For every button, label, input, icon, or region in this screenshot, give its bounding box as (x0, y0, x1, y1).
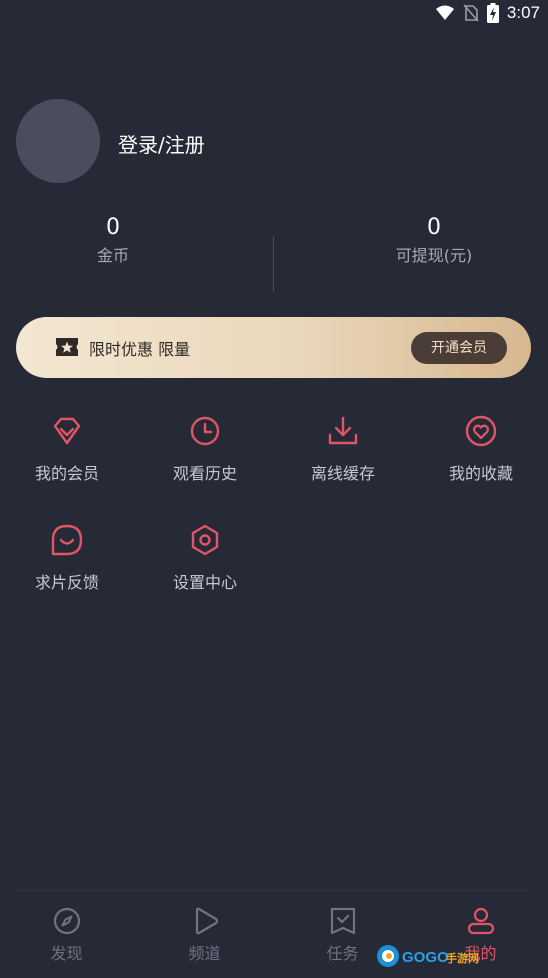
withdrawable-value: 0 (427, 215, 441, 240)
clock-icon (190, 416, 220, 446)
coins-label: 金币 (96, 246, 129, 265)
menu-label: 求片反馈 (34, 573, 99, 592)
wifi-icon (435, 5, 454, 20)
vip-ticket-icon (56, 338, 78, 356)
vip-promo-text: 限时优惠 限量 (89, 340, 191, 359)
svg-text:GOGO: GOGO (402, 949, 449, 966)
menu-item-settings[interactable]: 设置中心 (136, 523, 274, 593)
gogo-watermark-logo: GOGO 手游网 (377, 945, 479, 967)
nav-tab-discover[interactable]: 发现 (0, 906, 135, 964)
nav-tab-channels[interactable]: 频道 (136, 906, 273, 964)
battery-charging-icon (486, 3, 499, 23)
stats-divider (273, 236, 274, 292)
menu-item-offline-cache[interactable]: 离线缓存 (274, 414, 412, 484)
user-icon (467, 907, 494, 935)
menu-item-my-membership[interactable]: 我的会员 (0, 414, 136, 484)
status-time: 3:07 (506, 3, 540, 22)
menu-item-my-favorites[interactable]: 我的收藏 (412, 414, 548, 484)
no-sim-icon (463, 4, 479, 22)
svg-text:手游网: 手游网 (446, 951, 479, 965)
vip-promo-banner[interactable]: 限时优惠 限量 开通会员 (16, 317, 531, 378)
login-register-link[interactable]: 登录/注册 (118, 129, 205, 158)
heart-icon (465, 415, 497, 447)
play-icon (195, 907, 218, 935)
nav-label: 发现 (50, 944, 83, 963)
withdrawable-stat[interactable]: 0 可提现(元) (314, 214, 548, 268)
coins-stat[interactable]: 0 金币 (0, 214, 233, 268)
withdrawable-label: 可提现(元) (395, 246, 473, 265)
avatar[interactable] (16, 99, 100, 183)
compass-icon (53, 907, 80, 935)
coins-value: 0 (106, 215, 120, 240)
download-icon (328, 416, 358, 445)
menu-label: 设置中心 (172, 573, 237, 592)
menu-label: 我的会员 (34, 464, 99, 483)
hexagon-gear-icon (191, 524, 219, 556)
diamond-icon (53, 417, 81, 445)
nav-label: 频道 (188, 944, 221, 963)
task-icon (330, 907, 355, 935)
bottom-nav-divider (16, 890, 532, 891)
menu-label: 离线缓存 (310, 464, 375, 483)
menu-label: 观看历史 (172, 464, 237, 483)
menu-label: 我的收藏 (448, 464, 513, 483)
status-bar: 3:07 (0, 0, 548, 28)
chat-bubble-icon (51, 524, 83, 556)
open-membership-button[interactable]: 开通会员 (411, 332, 507, 364)
menu-item-watch-history[interactable]: 观看历史 (136, 414, 274, 484)
menu-item-request-feedback[interactable]: 求片反馈 (0, 523, 136, 593)
